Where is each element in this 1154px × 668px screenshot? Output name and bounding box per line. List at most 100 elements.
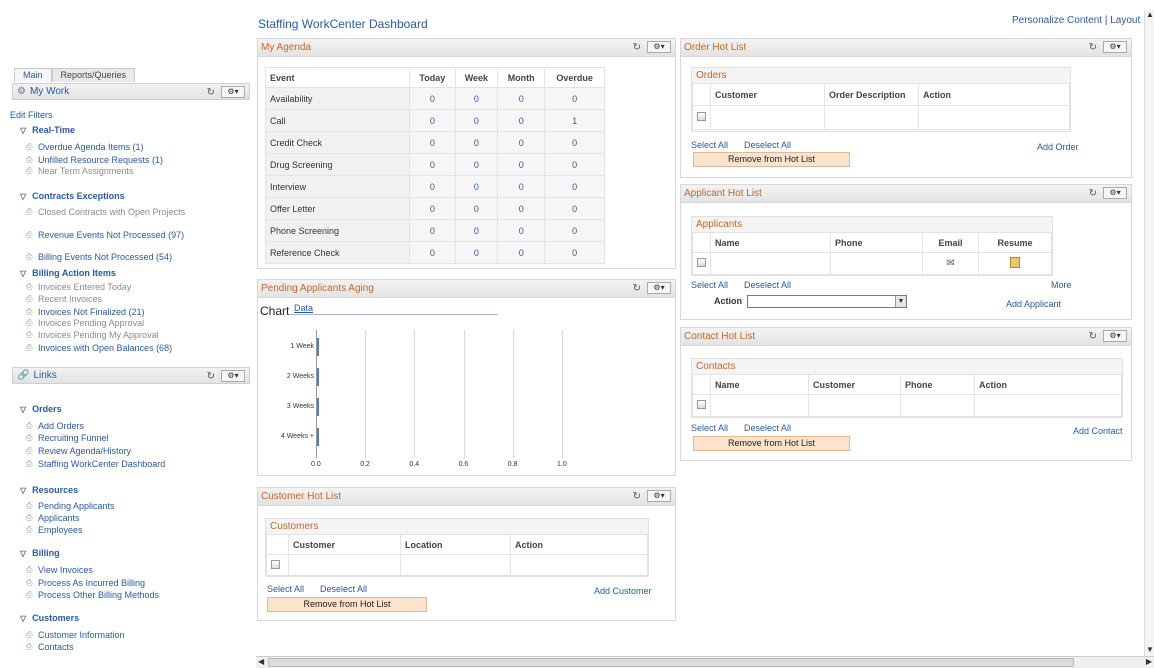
bar-2-weeks[interactable] — [317, 368, 319, 386]
count-link[interactable]: 1 — [544, 109, 605, 132]
tab-main[interactable]: Main — [14, 68, 52, 82]
scroll-thumb[interactable] — [268, 658, 1074, 667]
add-order-link[interactable]: Add Order — [1037, 142, 1079, 152]
scroll-left-arrow-icon[interactable]: ◀ — [258, 657, 264, 666]
count-link[interactable]: 0 — [409, 197, 456, 220]
deselect-all-link[interactable]: Deselect All — [744, 280, 791, 290]
link-invoices-pending-my-approval[interactable]: ⎙ Invoices Pending My Approval — [26, 330, 159, 340]
remove-from-hot-list-button[interactable]: Remove from Hot List — [693, 152, 850, 167]
section-resources[interactable]: ▽ Resources — [20, 485, 78, 495]
section-customers[interactable]: ▽ Customers — [20, 613, 79, 623]
count-link[interactable]: 0 — [544, 175, 605, 198]
link-invoices-open-balances[interactable]: ⎙ Invoices with Open Balances (68) — [26, 343, 172, 353]
count-link[interactable]: 0 — [544, 131, 605, 154]
collapse-triangle-icon[interactable]: ▽ — [20, 549, 26, 558]
count-link[interactable]: 0 — [409, 175, 456, 198]
link-invoices-entered-today[interactable]: ⎙ Invoices Entered Today — [26, 282, 131, 292]
action-select[interactable]: ▼ — [747, 295, 907, 308]
count-link[interactable]: 0 — [454, 109, 499, 132]
count-link[interactable]: 0 — [409, 153, 456, 176]
collapse-triangle-icon[interactable]: ▽ — [20, 126, 26, 135]
add-applicant-link[interactable]: Add Applicant — [1006, 299, 1061, 309]
count-link[interactable]: 0 — [409, 219, 456, 242]
edit-filters-link[interactable]: Edit Filters — [10, 110, 53, 120]
refresh-icon[interactable]: ↻ — [633, 491, 641, 502]
gear-menu-icon[interactable]: ⚙▾ — [647, 41, 671, 53]
collapse-triangle-icon[interactable]: ▽ — [20, 614, 26, 623]
refresh-icon[interactable]: ↻ — [207, 371, 215, 382]
refresh-icon[interactable]: ↻ — [1089, 42, 1097, 53]
count-link[interactable]: 0 — [454, 87, 499, 110]
count-link[interactable]: 0 — [497, 219, 546, 242]
email-envelope-icon[interactable]: ✉ — [946, 258, 954, 269]
section-billing[interactable]: ▽ Billing — [20, 548, 60, 558]
deselect-all-link[interactable]: Deselect All — [744, 140, 791, 150]
count-link[interactable]: 0 — [497, 109, 546, 132]
scroll-up-arrow-icon[interactable]: ▲ — [1146, 10, 1154, 19]
add-customer-link[interactable]: Add Customer — [594, 586, 652, 596]
count-link[interactable]: 0 — [454, 175, 499, 198]
link-invoices-pending-approval[interactable]: ⎙ Invoices Pending Approval — [26, 318, 144, 328]
gear-menu-icon[interactable]: ⚙▾ — [221, 370, 245, 382]
section-orders[interactable]: ▽ Orders — [20, 404, 62, 414]
count-link[interactable]: 0 — [497, 197, 546, 220]
row-checkbox[interactable] — [697, 400, 706, 409]
count-link[interactable]: 0 — [454, 241, 499, 264]
count-link[interactable]: 0 — [454, 153, 499, 176]
deselect-all-link[interactable]: Deselect All — [320, 584, 367, 594]
count-link[interactable]: 0 — [409, 87, 456, 110]
scroll-right-arrow-icon[interactable]: ▶ — [1146, 657, 1152, 666]
more-link[interactable]: More — [1051, 280, 1072, 290]
chart-tab[interactable]: Chart — [260, 304, 289, 318]
dropdown-arrow-icon[interactable]: ▼ — [895, 296, 906, 307]
data-tab[interactable]: Data — [294, 303, 313, 313]
bar-3-weeks[interactable] — [317, 398, 319, 416]
count-link[interactable]: 0 — [497, 241, 546, 264]
count-link[interactable]: 0 — [497, 87, 546, 110]
remove-from-hot-list-button[interactable]: Remove from Hot List — [693, 436, 850, 451]
scroll-down-arrow-icon[interactable]: ▼ — [1146, 645, 1154, 654]
count-link[interactable]: 0 — [497, 131, 546, 154]
select-all-link[interactable]: Select All — [267, 584, 304, 594]
remove-from-hot-list-button[interactable]: Remove from Hot List — [267, 597, 427, 612]
refresh-icon[interactable]: ↻ — [1089, 188, 1097, 199]
section-contracts-exceptions[interactable]: ▽ Contracts Exceptions — [20, 191, 125, 201]
select-all-link[interactable]: Select All — [691, 423, 728, 433]
gear-menu-icon[interactable]: ⚙▾ — [1103, 187, 1127, 199]
link-review-agenda-history[interactable]: ⎙ Review Agenda/History — [26, 446, 131, 456]
link-customer-information[interactable]: ⎙ Customer Information — [26, 630, 125, 640]
link-invoices-not-finalized[interactable]: ⎙ Invoices Not Finalized (21) — [26, 307, 145, 317]
link-view-invoices[interactable]: ⎙ View Invoices — [26, 565, 93, 575]
collapse-triangle-icon[interactable]: ▽ — [20, 405, 26, 414]
count-link[interactable]: 0 — [454, 219, 499, 242]
count-link[interactable]: 0 — [454, 131, 499, 154]
row-checkbox[interactable] — [271, 560, 280, 569]
link-process-as-incurred-billing[interactable]: ⎙ Process As Incurred Billing — [26, 578, 145, 588]
link-closed-contracts[interactable]: ⎙ Closed Contracts with Open Projects — [26, 207, 186, 217]
select-all-link[interactable]: Select All — [691, 140, 728, 150]
bar-4-weeks-[interactable] — [317, 428, 319, 446]
select-all-link[interactable]: Select All — [691, 280, 728, 290]
count-link[interactable]: 0 — [544, 197, 605, 220]
section-real-time[interactable]: ▽ Real-Time — [20, 125, 75, 135]
count-link[interactable]: 0 — [497, 175, 546, 198]
count-link[interactable]: 0 — [409, 109, 456, 132]
count-link[interactable]: 0 — [544, 219, 605, 242]
link-revenue-events[interactable]: ⎙ Revenue Events Not Processed (97) — [26, 230, 196, 240]
collapse-triangle-icon[interactable]: ▽ — [20, 192, 26, 201]
link-staffing-workcenter-dashboard[interactable]: ⎙ Staffing WorkCenter Dashboard — [26, 459, 165, 469]
count-link[interactable]: 0 — [409, 131, 456, 154]
count-link[interactable]: 0 — [497, 153, 546, 176]
bar-1-week[interactable] — [317, 338, 319, 356]
add-contact-link[interactable]: Add Contact — [1073, 426, 1123, 436]
link-billing-events[interactable]: ⎙ Billing Events Not Processed (54) — [26, 252, 172, 262]
link-contacts[interactable]: ⎙ Contacts — [26, 642, 74, 652]
section-billing-action-items[interactable]: ▽ Billing Action Items — [20, 268, 116, 278]
count-link[interactable]: 0 — [454, 197, 499, 220]
link-overdue-agenda-items[interactable]: ⎙ Overdue Agenda Items (1) — [26, 142, 144, 152]
refresh-icon[interactable]: ↻ — [207, 87, 215, 98]
link-unfilled-resource-requests[interactable]: ⎙ Unfilled Resource Requests (1) — [26, 155, 163, 165]
vertical-scrollbar[interactable]: ▲ ▼ — [1144, 10, 1154, 656]
deselect-all-link[interactable]: Deselect All — [744, 423, 791, 433]
count-link[interactable]: 0 — [544, 153, 605, 176]
